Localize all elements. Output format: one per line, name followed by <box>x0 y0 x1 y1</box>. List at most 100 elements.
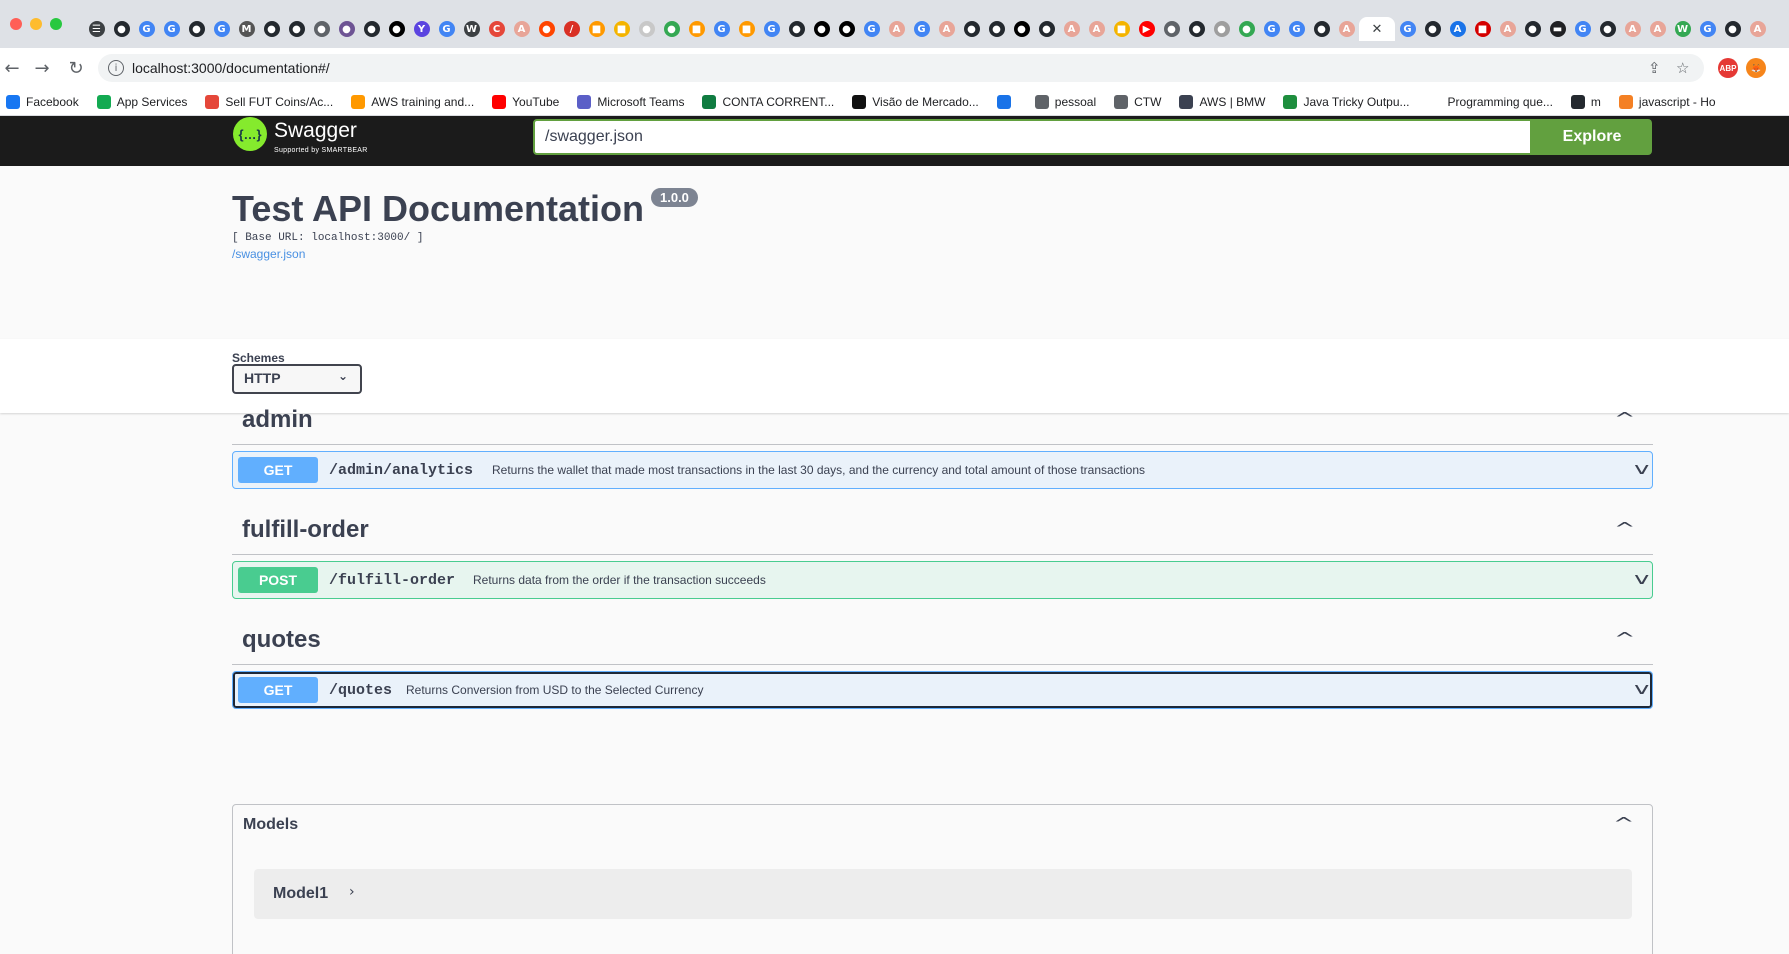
bookmark-item[interactable]: App Services <box>96 94 187 109</box>
browser-tab[interactable]: ● <box>109 17 134 41</box>
browser-tab[interactable]: A <box>1745 17 1770 41</box>
browser-tab[interactable]: A <box>1084 17 1109 41</box>
browser-tab[interactable]: ● <box>634 17 659 41</box>
browser-tab[interactable]: ■ <box>684 17 709 41</box>
operation-get-admin-analytics[interactable]: GET /admin/analytics Returns the wallet … <box>232 451 1653 489</box>
browser-tab[interactable]: G <box>759 17 784 41</box>
bookmark-item[interactable]: Microsoft Teams <box>577 94 684 109</box>
bookmark-item[interactable]: Sell FUT Coins/Ac... <box>205 94 333 109</box>
address-bar[interactable]: i localhost:3000/documentation#/ ⇪ ☆ <box>98 54 1704 82</box>
tag-header-quotes[interactable]: quotes ^ <box>232 611 1653 665</box>
browser-tab[interactable]: G <box>1259 17 1284 41</box>
back-icon[interactable]: ← <box>0 56 24 80</box>
bookmark-item[interactable]: Facebook <box>6 94 79 109</box>
browser-tab[interactable]: G <box>134 17 159 41</box>
browser-tab[interactable]: ☰ <box>84 17 109 41</box>
bookmark-item[interactable]: m <box>1570 94 1601 109</box>
browser-tab[interactable]: ● <box>1720 17 1745 41</box>
browser-tab[interactable]: ● <box>284 17 309 41</box>
explore-button[interactable]: Explore <box>1532 119 1652 155</box>
browser-tab[interactable]: ■ <box>1109 17 1134 41</box>
browser-tab[interactable]: G <box>859 17 884 41</box>
address-url[interactable]: localhost:3000/documentation#/ <box>132 60 330 76</box>
close-tab-icon[interactable]: ✕ <box>1372 22 1383 37</box>
browser-tab[interactable]: A <box>884 17 909 41</box>
chevron-up-icon[interactable]: ^ <box>1613 814 1634 833</box>
browser-tab[interactable]: A <box>1445 17 1470 41</box>
chevron-down-icon[interactable]: v <box>1634 679 1649 698</box>
swagger-logo-text[interactable]: Swagger <box>274 119 357 143</box>
browser-tab[interactable]: A <box>1620 17 1645 41</box>
browser-tab[interactable]: ■ <box>1470 17 1495 41</box>
browser-tab[interactable]: ● <box>1209 17 1234 41</box>
browser-tab[interactable]: ● <box>1595 17 1620 41</box>
browser-tab[interactable]: A <box>1059 17 1084 41</box>
browser-tab[interactable]: A <box>509 17 534 41</box>
bookmark-item[interactable]: CTW <box>1114 94 1161 109</box>
browser-tab[interactable]: G <box>209 17 234 41</box>
browser-tab[interactable]: G <box>1695 17 1720 41</box>
spec-link[interactable]: /swagger.json <box>232 247 305 261</box>
forward-icon[interactable]: → <box>30 56 54 80</box>
window-close-button[interactable] <box>10 18 22 30</box>
schemes-select[interactable]: HTTP ⌄ <box>232 364 362 394</box>
browser-tab[interactable]: W <box>1670 17 1695 41</box>
browser-tab[interactable]: G <box>434 17 459 41</box>
browser-tab[interactable]: ● <box>1420 17 1445 41</box>
browser-tab[interactable]: ■ <box>734 17 759 41</box>
chevron-right-icon[interactable]: › <box>349 884 355 900</box>
browser-tab[interactable]: M <box>234 17 259 41</box>
browser-tab[interactable]: ● <box>1309 17 1334 41</box>
browser-tab[interactable]: ■ <box>609 17 634 41</box>
model-item[interactable]: Model1 › <box>254 869 1632 919</box>
bookmark-item[interactable] <box>996 94 1017 109</box>
models-title[interactable]: Models <box>243 816 298 834</box>
metamask-extension-icon[interactable]: 🦊 <box>1746 58 1766 78</box>
reload-icon[interactable]: ↻ <box>64 56 88 80</box>
bookmark-item[interactable]: Visão de Mercado... <box>852 94 979 109</box>
model-name[interactable]: Model1 <box>273 885 328 903</box>
browser-tab[interactable]: ▬ <box>1545 17 1570 41</box>
browser-tab[interactable]: G <box>1284 17 1309 41</box>
adblock-extension-icon[interactable]: ABP <box>1718 58 1738 78</box>
chevron-up-icon[interactable]: ^ <box>1614 629 1635 648</box>
browser-tab[interactable]: ● <box>959 17 984 41</box>
operation-post-fulfill-order[interactable]: POST /fulfill-order Returns data from th… <box>232 561 1653 599</box>
browser-tab[interactable]: G <box>709 17 734 41</box>
browser-tab[interactable]: ● <box>1520 17 1545 41</box>
bookmark-item[interactable]: Programming que... <box>1427 94 1553 109</box>
site-info-icon[interactable]: i <box>108 60 124 76</box>
browser-tab[interactable]: ● <box>384 17 409 41</box>
browser-tab[interactable]: A <box>1334 17 1359 41</box>
browser-tab[interactable]: ● <box>834 17 859 41</box>
browser-tab[interactable]: ● <box>784 17 809 41</box>
browser-tab[interactable]: W <box>459 17 484 41</box>
chevron-down-icon[interactable]: v <box>1634 459 1649 478</box>
bookmark-item[interactable]: AWS training and... <box>351 94 474 109</box>
browser-tab[interactable]: C <box>484 17 509 41</box>
bookmark-item[interactable]: CONTA CORRENT... <box>702 94 834 109</box>
bookmark-item[interactable]: YouTube <box>492 94 559 109</box>
browser-tab[interactable]: A <box>1645 17 1670 41</box>
tag-header-fulfill-order[interactable]: fulfill-order ^ <box>232 501 1653 555</box>
browser-tab[interactable]: ● <box>359 17 384 41</box>
share-icon[interactable]: ⇪ <box>1648 59 1661 77</box>
browser-tab[interactable]: A <box>934 17 959 41</box>
browser-tab[interactable]: A <box>1495 17 1520 41</box>
browser-tab[interactable]: ● <box>184 17 209 41</box>
tag-header-admin[interactable]: admin ^ <box>232 391 1653 445</box>
browser-tab[interactable]: ● <box>659 17 684 41</box>
browser-tab[interactable]: ● <box>1159 17 1184 41</box>
browser-tab[interactable]: / <box>559 17 584 41</box>
window-minimize-button[interactable] <box>30 18 42 30</box>
browser-tab[interactable]: ● <box>309 17 334 41</box>
browser-tab[interactable]: ● <box>1034 17 1059 41</box>
browser-tab[interactable]: G <box>1570 17 1595 41</box>
bookmark-star-icon[interactable]: ☆ <box>1676 59 1689 77</box>
browser-tab[interactable]: ● <box>809 17 834 41</box>
browser-tab[interactable]: ■ <box>584 17 609 41</box>
browser-tab[interactable]: G <box>159 17 184 41</box>
browser-tab[interactable]: G <box>1395 17 1420 41</box>
browser-tab[interactable]: ● <box>334 17 359 41</box>
operation-get-quotes[interactable]: GET /quotes Returns Conversion from USD … <box>232 671 1653 709</box>
